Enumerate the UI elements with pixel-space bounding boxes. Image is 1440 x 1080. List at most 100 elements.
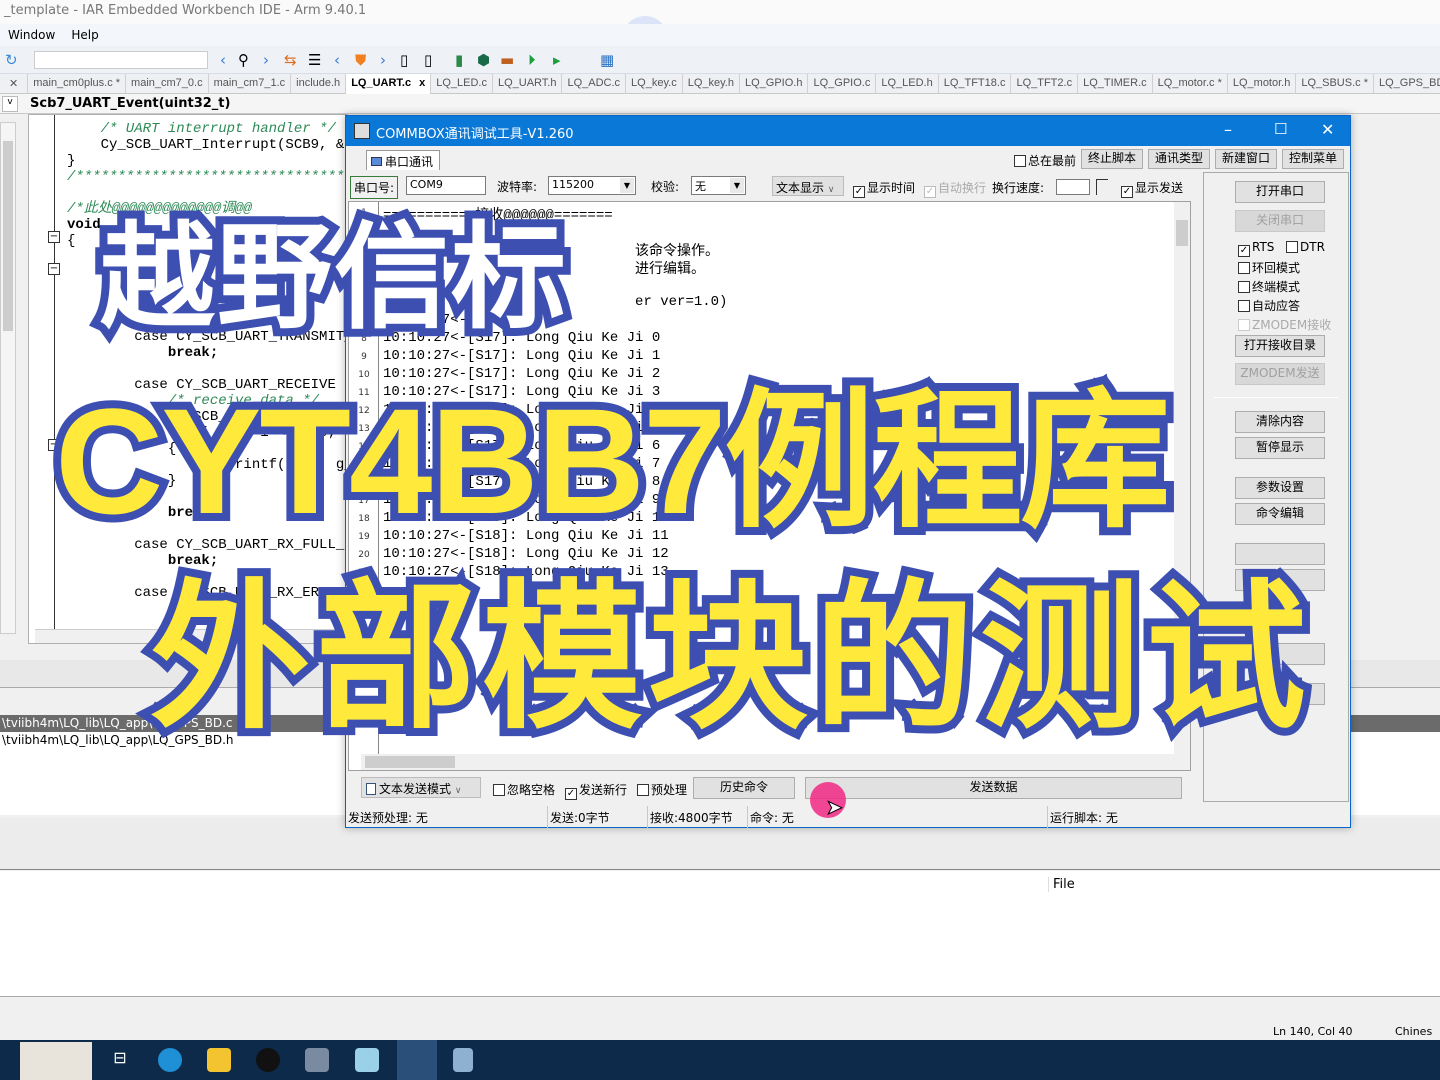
refresh-icon[interactable]: ↻: [5, 51, 18, 69]
tab-lq-gps-bd-c[interactable]: LQ_GPS_BD.c: [1374, 74, 1440, 94]
new-window-button[interactable]: 新建窗口: [1215, 149, 1277, 169]
stop-script-button[interactable]: 终止脚本: [1081, 149, 1143, 169]
show-send-checkbox[interactable]: ✓ 显示发送: [1121, 179, 1183, 198]
list-icon[interactable]: ☰: [308, 51, 321, 69]
send-data-button[interactable]: 发送数据: [805, 777, 1182, 799]
tab-lq-gpio-h[interactable]: LQ_GPIO.h: [740, 74, 809, 94]
build-icon[interactable]: ▮: [455, 51, 463, 69]
doc-prev-icon[interactable]: ▯: [400, 51, 408, 69]
prev-icon[interactable]: ‹: [334, 51, 340, 69]
zmodem-recv-checkbox[interactable]: ZMODEM接收: [1238, 316, 1331, 333]
camera-icon[interactable]: [305, 1048, 329, 1072]
back-icon[interactable]: ‹: [220, 51, 226, 69]
fold-icon[interactable]: −: [48, 263, 60, 275]
function-name[interactable]: Scb7_UART_Event(uint32_t): [30, 96, 230, 111]
always-on-top-checkbox[interactable]: 总在最前: [1014, 152, 1076, 169]
show-time-checkbox[interactable]: ✓ 显示时间: [853, 179, 915, 198]
rts-checkbox[interactable]: ✓ RTS: [1238, 240, 1274, 257]
file-explorer-icon[interactable]: [207, 1048, 231, 1072]
send-newline-checkbox[interactable]: ✓ 发送新行: [565, 781, 627, 800]
close-icon[interactable]: ✕: [1321, 120, 1334, 139]
tab-lq-sbus-c[interactable]: LQ_SBUS.c *: [1296, 74, 1374, 94]
commbox-taskbar-icon[interactable]: [397, 1040, 437, 1080]
bookmark-icon[interactable]: ⛊: [355, 51, 366, 69]
cmd-edit-button[interactable]: 命令编辑: [1235, 503, 1325, 525]
scroll-thumb[interactable]: [3, 141, 13, 331]
dtr-checkbox[interactable]: DTR: [1286, 240, 1325, 254]
notes-icon[interactable]: [355, 1048, 379, 1072]
open-recv-dir-button[interactable]: 打开接收目录: [1235, 335, 1325, 357]
tab-lq-gpio-c[interactable]: LQ_GPIO.c: [808, 74, 877, 94]
function-dropdown-icon[interactable]: v: [2, 96, 18, 112]
calculator-icon[interactable]: [453, 1048, 473, 1072]
tab-lq-tft18-c[interactable]: LQ_TFT18.c: [939, 74, 1012, 94]
wrap-speed-spinner[interactable]: [1096, 179, 1108, 195]
swap-icon[interactable]: ⇆: [284, 51, 297, 69]
close-port-button[interactable]: 关闭串口: [1235, 210, 1325, 232]
display-mode-select[interactable]: 文本显示 ∨: [772, 176, 844, 196]
forward-icon[interactable]: ›: [263, 51, 269, 69]
auto-reply-checkbox[interactable]: 自动应答: [1238, 297, 1300, 314]
tab-include-h[interactable]: include.h: [291, 74, 347, 94]
search-combo[interactable]: [34, 51, 208, 69]
tab-lq-timer-c[interactable]: LQ_TIMER.c: [1078, 74, 1153, 94]
doc-next-icon[interactable]: ▯: [424, 51, 432, 69]
tab-lq-uart-h[interactable]: LQ_UART.h: [493, 74, 563, 94]
column-header-file[interactable]: File: [1048, 877, 1075, 892]
download-icon[interactable]: ⬢: [477, 51, 490, 69]
open-port-button[interactable]: 打开串口: [1235, 181, 1325, 203]
history-button[interactable]: 历史命令: [693, 777, 795, 799]
edge-icon[interactable]: [158, 1048, 182, 1072]
tab-lq-tft2-c[interactable]: LQ_TFT2.c: [1011, 74, 1079, 94]
chevron-down-icon[interactable]: ▼: [730, 178, 744, 193]
tab-lq-led-h[interactable]: LQ_LED.h: [876, 74, 939, 94]
tab-main-cm7-1[interactable]: main_cm7_1.c: [209, 74, 292, 94]
auto-wrap-checkbox[interactable]: ✓ 自动换行: [924, 179, 986, 198]
tab-lq-key-c[interactable]: LQ_key.c: [626, 74, 683, 94]
next-icon[interactable]: ›: [380, 51, 386, 69]
tab-lq-key-h[interactable]: LQ_key.h: [683, 74, 740, 94]
wrap-speed-input[interactable]: [1056, 179, 1090, 195]
status-bar: Ln 140, Col 40 Chines: [0, 1020, 1440, 1040]
comm-type-button[interactable]: 通讯类型: [1148, 149, 1210, 169]
minimize-icon[interactable]: –: [1224, 120, 1232, 139]
tab-lq-motor-h[interactable]: LQ_motor.h: [1228, 74, 1297, 94]
preprocess-checkbox[interactable]: 预处理: [637, 781, 687, 798]
loopback-checkbox[interactable]: 环回模式: [1238, 259, 1300, 276]
terminal-mode-checkbox[interactable]: 终端模式: [1238, 278, 1300, 295]
close-panel-icon[interactable]: ✕: [0, 74, 29, 94]
tab-lq-motor-c[interactable]: LQ_motor.c *: [1153, 74, 1228, 94]
menu-help[interactable]: Help: [63, 24, 106, 46]
fold-icon[interactable]: −: [48, 231, 60, 243]
tab-lq-led-c[interactable]: LQ_LED.c: [431, 74, 493, 94]
parity-select[interactable]: 无 ▼: [691, 176, 746, 195]
options-icon[interactable]: ▬: [500, 51, 514, 69]
tab-main-cm0plus[interactable]: main_cm0plus.c *: [28, 74, 127, 94]
ignore-space-checkbox[interactable]: 忽略空格: [493, 781, 555, 798]
run-icon[interactable]: ▸: [553, 51, 561, 69]
layout-icon[interactable]: ▦: [600, 51, 614, 69]
maximize-icon[interactable]: ☐: [1274, 120, 1287, 138]
chevron-down-icon[interactable]: ▼: [620, 178, 634, 193]
send-mode-value: 文本发送模式: [379, 782, 452, 796]
dialog-titlebar[interactable]: COMMBOX通讯调试工具-V1.260 – ☐ ✕: [346, 116, 1350, 146]
code-line: void: [67, 217, 101, 233]
control-menu-button[interactable]: 控制菜单: [1282, 149, 1344, 169]
debug-icon[interactable]: ⏵: [528, 51, 536, 69]
app-icon[interactable]: [256, 1048, 280, 1072]
send-mode-select[interactable]: 文本发送模式 ∨: [361, 777, 481, 798]
left-scrollbar[interactable]: [0, 122, 16, 634]
find-icon[interactable]: ⚲: [238, 51, 249, 69]
tab-main-cm7-0[interactable]: main_cm7_0.c: [126, 74, 209, 94]
task-view-icon[interactable]: ⊟: [108, 1048, 132, 1072]
pause-display-button[interactable]: 暂停显示: [1235, 437, 1325, 459]
zmodem-send-button[interactable]: ZMODEM发送: [1235, 363, 1325, 385]
clear-button[interactable]: 清除内容: [1235, 411, 1325, 433]
menu-window[interactable]: Window: [0, 24, 63, 46]
scroll-thumb[interactable]: [1176, 220, 1188, 246]
tab-close-icon[interactable]: x: [419, 77, 425, 89]
tab-lq-uart-c[interactable]: LQ_UART.c x: [346, 74, 432, 94]
params-button[interactable]: 参数设置: [1235, 477, 1325, 499]
tab-serial[interactable]: 串口通讯: [366, 150, 441, 170]
tab-lq-adc-c[interactable]: LQ_ADC.c: [562, 74, 627, 94]
